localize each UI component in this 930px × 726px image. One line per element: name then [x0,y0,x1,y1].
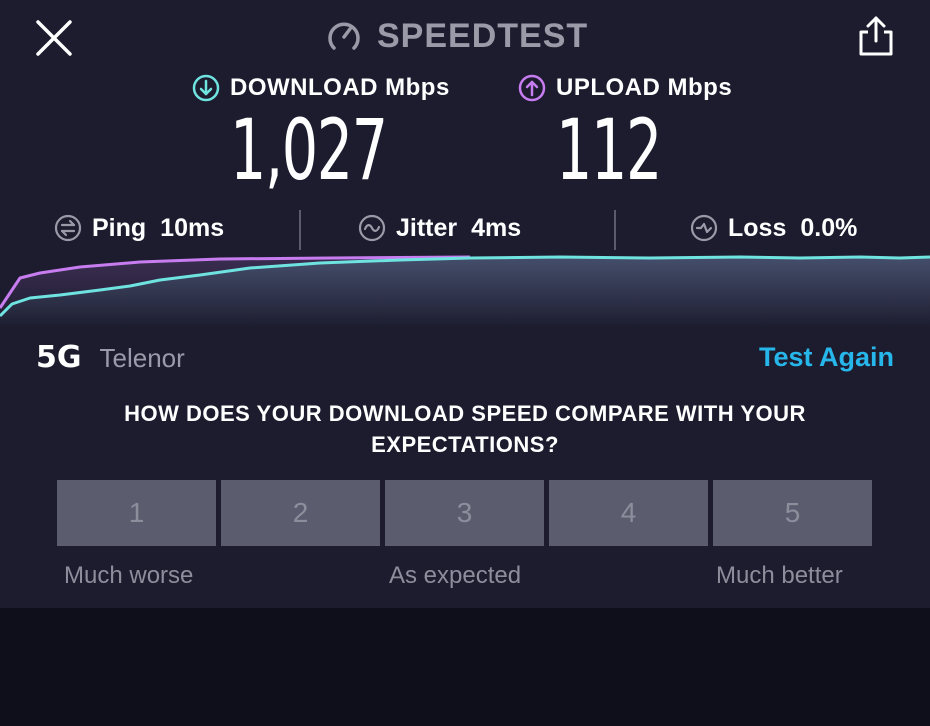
ping-value: 10ms [160,213,225,242]
stat-divider [614,210,616,250]
rating-button-3[interactable]: 3 [385,480,544,546]
rating-button-2[interactable]: 2 [221,480,380,546]
title-text: SPEEDTEST [377,16,589,55]
loss-label: Loss [728,213,787,242]
scale-label-high: Much better [716,562,843,589]
rating-button-4[interactable]: 4 [549,480,708,546]
jitter-value: 4ms [471,213,522,242]
speedometer-icon [328,22,360,50]
loss-stat: Loss 0.0% [690,208,857,248]
bottom-area [0,608,930,726]
speed-graph [0,255,930,328]
rating-options: 1 2 3 4 5 [57,480,872,546]
app-title: SPEEDTEST [325,14,588,58]
loss-value: 0.0% [800,213,858,242]
ping-icon [54,214,82,242]
ping-label: Ping [92,213,147,242]
survey-question: HOW DOES YOUR DOWNLOAD SPEED COMPARE WIT… [124,401,806,457]
jitter-icon [358,214,386,242]
jitter-stat: Jitter 4ms [358,208,521,248]
arrow-up-circle-icon [518,74,546,102]
network-type: 5G [36,340,82,375]
ping-stat: Ping 10ms [54,208,224,248]
rating-button-1[interactable]: 1 [57,480,216,546]
test-again-button[interactable]: Test Again [759,342,894,373]
stat-divider [299,210,301,250]
share-button[interactable] [854,14,898,58]
share-icon [859,16,893,56]
network-info: 5G Telenor [36,340,185,375]
scale-label-mid: As expected [389,562,522,589]
close-icon [36,20,72,56]
jitter-label: Jitter [396,213,458,242]
download-label: DOWNLOAD Mbps [230,74,450,101]
carrier-name: Telenor [99,343,185,373]
loss-icon [690,214,718,242]
speedtest-results-panel: SPEEDTEST DOWNLOAD Mbps UPLOAD Mbps 1,02… [0,0,930,608]
arrow-down-circle-icon [192,74,220,102]
upload-speed-value: 112 [556,101,662,199]
rating-button-5[interactable]: 5 [713,480,872,546]
download-speed-value: 1,027 [230,101,388,199]
upload-label: UPLOAD Mbps [556,74,733,101]
close-button[interactable] [34,18,74,58]
scale-label-low: Much worse [64,562,194,589]
